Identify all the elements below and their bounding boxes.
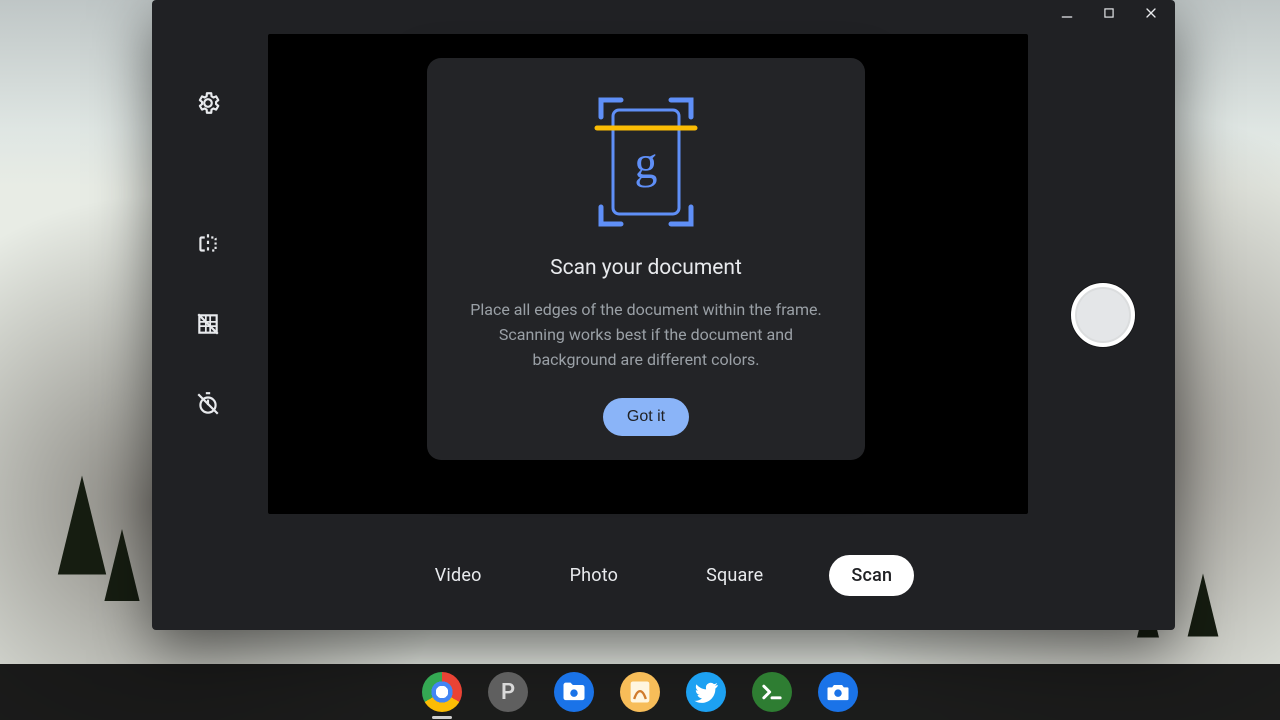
- side-toolbar: [184, 80, 232, 427]
- shelf: P: [0, 664, 1280, 720]
- shelf-app-camera[interactable]: [818, 672, 858, 712]
- mode-video[interactable]: Video: [413, 555, 504, 596]
- card-body: Place all edges of the document within t…: [456, 298, 836, 372]
- cursive-icon: [626, 678, 654, 706]
- terminal-icon: [758, 678, 786, 706]
- mode-photo[interactable]: Photo: [548, 555, 641, 596]
- mirror-button[interactable]: [185, 221, 231, 267]
- mode-selector: Video Photo Square Scan: [152, 555, 1175, 596]
- window-close-button[interactable]: [1131, 0, 1171, 26]
- twitter-icon: [692, 678, 720, 706]
- folder-icon: [560, 678, 588, 706]
- scan-document-icon: g: [591, 92, 701, 232]
- mode-scan[interactable]: Scan: [829, 555, 914, 596]
- settings-button[interactable]: [185, 80, 231, 126]
- window-minimize-button[interactable]: [1047, 0, 1087, 26]
- timer-off-icon: [195, 391, 221, 417]
- got-it-button[interactable]: Got it: [603, 398, 689, 436]
- camera-app-window: g Scan your document Place all edges of …: [152, 0, 1175, 630]
- shutter-button[interactable]: [1071, 283, 1135, 347]
- scan-illustration: g: [591, 92, 701, 232]
- shelf-app-files[interactable]: [554, 672, 594, 712]
- shelf-app-p[interactable]: P: [488, 672, 528, 712]
- maximize-icon: [1102, 6, 1116, 20]
- window-maximize-button[interactable]: [1089, 0, 1129, 26]
- shelf-app-p-letter: P: [501, 680, 515, 705]
- shelf-app-chrome[interactable]: [422, 672, 462, 712]
- close-icon: [1143, 5, 1159, 21]
- grid-button[interactable]: [185, 301, 231, 347]
- minimize-icon: [1059, 5, 1075, 21]
- mirror-icon: [195, 231, 221, 257]
- grid-off-icon: [195, 311, 221, 337]
- shelf-app-cursive[interactable]: [620, 672, 660, 712]
- scan-onboarding-card: g Scan your document Place all edges of …: [427, 58, 865, 460]
- shelf-app-twitter[interactable]: [686, 672, 726, 712]
- gear-icon: [195, 90, 221, 116]
- camera-icon: [824, 678, 852, 706]
- window-titlebar: [152, 0, 1175, 26]
- card-title: Scan your document: [455, 256, 837, 280]
- timer-button[interactable]: [185, 381, 231, 427]
- svg-text:g: g: [635, 137, 658, 188]
- mode-square[interactable]: Square: [684, 555, 785, 596]
- shelf-app-terminal[interactable]: [752, 672, 792, 712]
